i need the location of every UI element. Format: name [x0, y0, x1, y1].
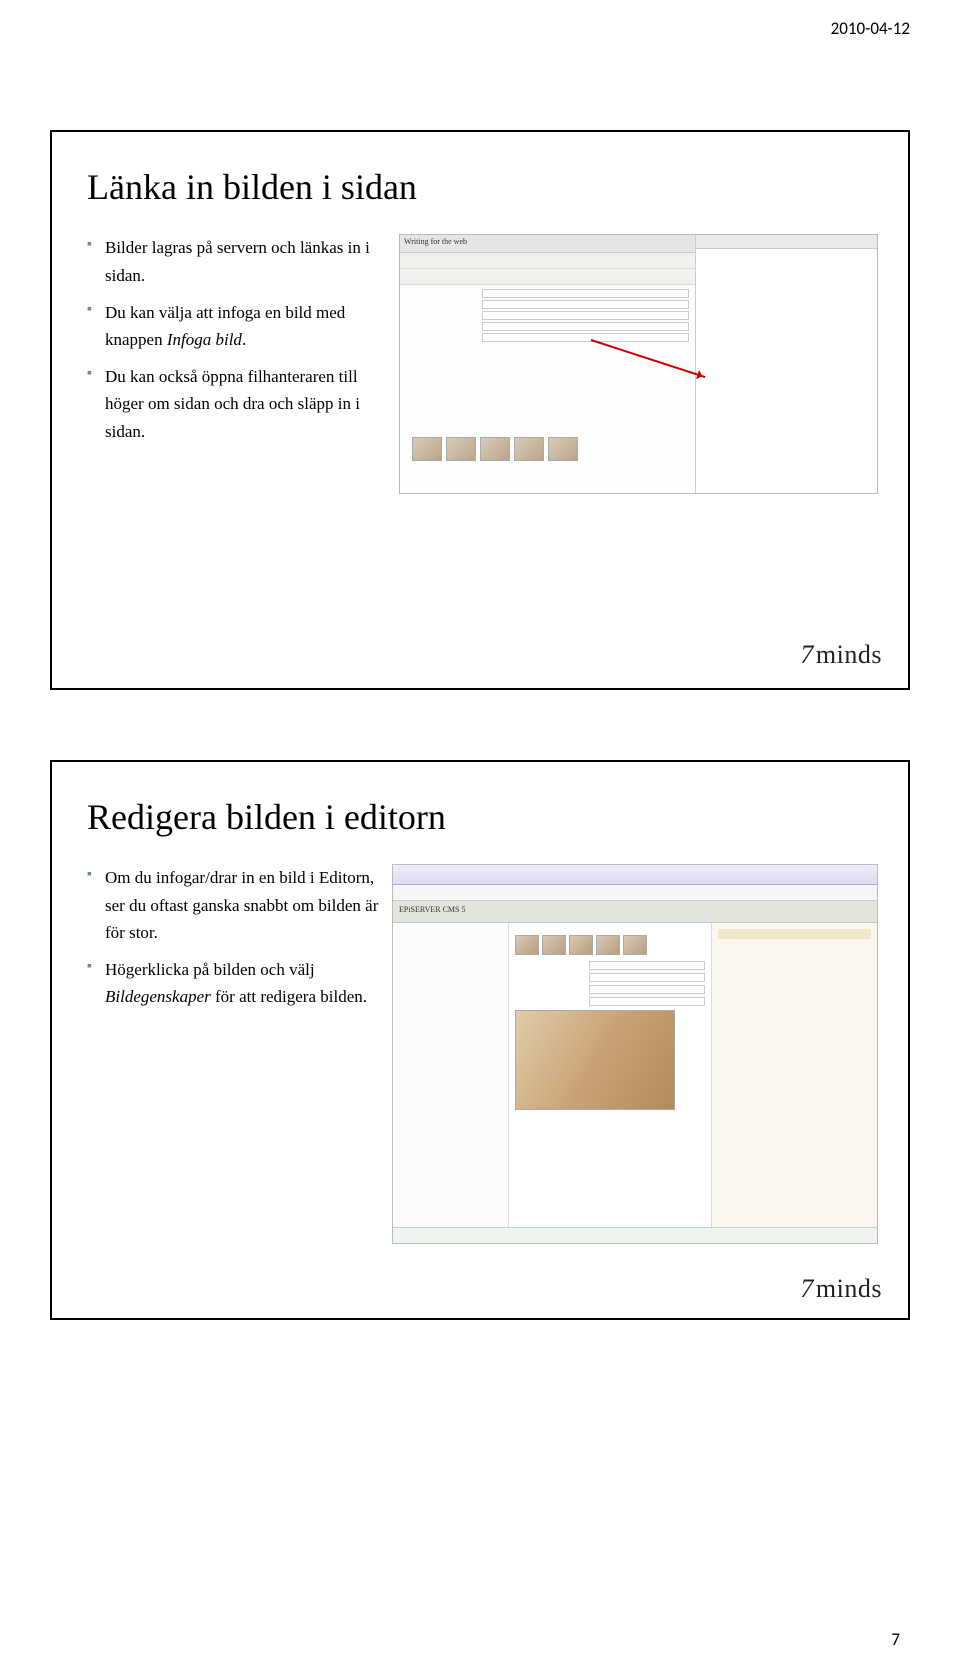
tabs: [696, 235, 877, 249]
browser-statusbar: [393, 1227, 877, 1243]
browser-addressbar: [393, 885, 877, 901]
image-thumb: [569, 935, 593, 955]
window-title: Writing for the web: [400, 235, 695, 253]
toolbar: [400, 253, 695, 269]
screenshot-thumbnail: Writing for the web: [399, 234, 878, 494]
logo-text: minds: [816, 1274, 882, 1303]
toolbar: [400, 269, 695, 285]
slide-title: Länka in bilden i sidan: [87, 167, 878, 208]
thumbnail-row: [515, 935, 705, 955]
list-item: Bilder lagras på servern och länkas in i…: [87, 234, 377, 288]
image-thumb: [446, 437, 476, 461]
image-thumb: [514, 437, 544, 461]
page-tree: [393, 923, 509, 1243]
header-date: 2010-04-12: [831, 18, 910, 39]
properties-panel: [712, 923, 877, 1243]
list-item: Om du infogar/drar in en bild i Editorn,…: [87, 864, 382, 946]
image-thumb: [548, 437, 578, 461]
brand-logo: 7minds: [800, 640, 882, 670]
editor-panel: Writing for the web: [400, 235, 696, 493]
folder-tree: [696, 249, 877, 269]
slide-body: Bilder lagras på servern och länkas in i…: [87, 234, 878, 494]
screenshot-thumbnail: EPiSERVER CMS 5: [392, 864, 878, 1244]
browser-titlebar: [393, 865, 877, 885]
file-manager-panel: [696, 235, 877, 493]
list-item: Du kan välja att infoga en bild med knap…: [87, 299, 377, 353]
logo-prefix: 7: [800, 1274, 814, 1303]
image-thumb: [542, 935, 566, 955]
list-item: Högerklicka på bilden och välj Bildegens…: [87, 956, 382, 1010]
editor-area: [509, 923, 712, 1243]
image-thumb: [596, 935, 620, 955]
logo-text: minds: [816, 640, 882, 669]
bullet-list: Om du infogar/drar in en bild i Editorn,…: [87, 864, 382, 1244]
cms-header: EPiSERVER CMS 5: [393, 901, 877, 923]
slide-body: Om du infogar/drar in en bild i Editorn,…: [87, 864, 878, 1244]
slide-title: Redigera bilden i editorn: [87, 797, 878, 838]
logo-prefix: 7: [800, 640, 814, 669]
brand-logo: 7minds: [800, 1274, 882, 1304]
slide-card: Redigera bilden i editorn Om du infogar/…: [50, 760, 910, 1320]
image-thumb: [412, 437, 442, 461]
slide-card: Länka in bilden i sidan Bilder lagras på…: [50, 130, 910, 690]
page-number: 7: [891, 1629, 900, 1650]
image-thumb: [515, 935, 539, 955]
list-item: Du kan också öppna filhanteraren till hö…: [87, 363, 377, 445]
cms-body: [393, 923, 877, 1243]
image-thumb: [623, 935, 647, 955]
preview-image: [515, 1010, 675, 1110]
bullet-list: Bilder lagras på servern och länkas in i…: [87, 234, 377, 494]
form-fields: [400, 285, 695, 348]
image-thumb: [480, 437, 510, 461]
thumbnail-row: [406, 433, 584, 465]
